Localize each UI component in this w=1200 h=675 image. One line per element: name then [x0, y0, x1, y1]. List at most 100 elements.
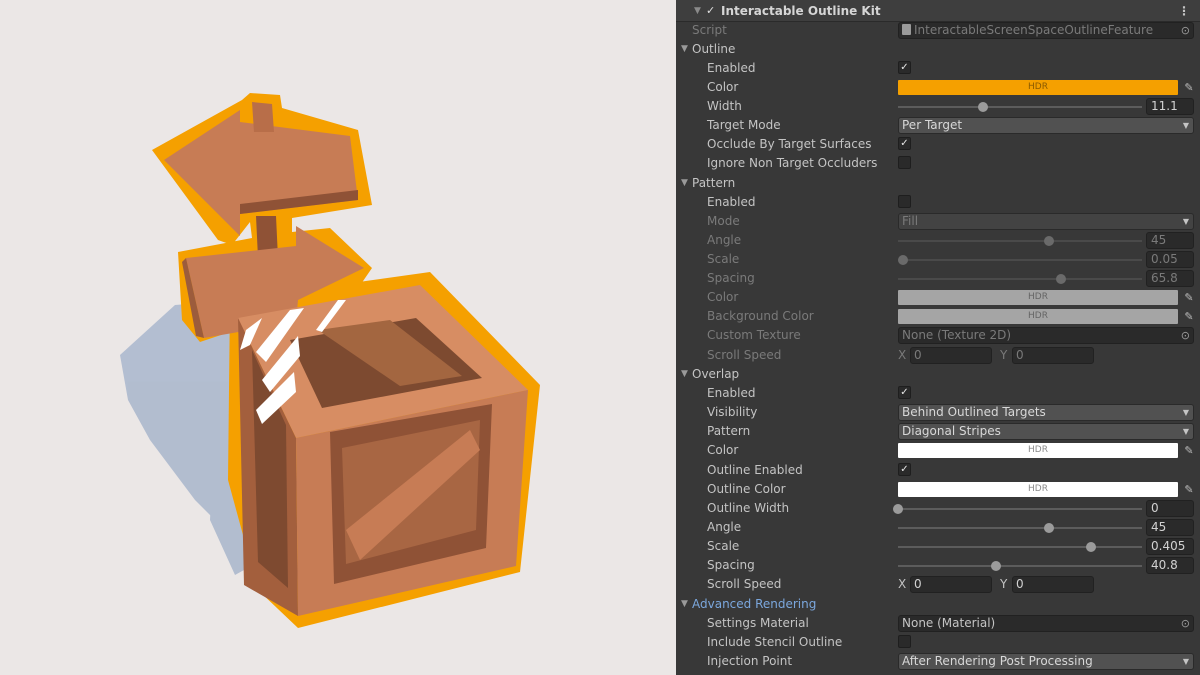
eyedropper-icon[interactable]: ✎: [1182, 290, 1196, 305]
slider-knob[interactable]: [978, 102, 989, 112]
overlap-spacing-row: Spacing 40.8: [676, 556, 1200, 575]
visibility-dropdown[interactable]: Behind Outlined Targets ▼: [898, 404, 1194, 421]
slider-knob[interactable]: [1085, 542, 1096, 552]
slider-knob[interactable]: [1044, 523, 1055, 533]
outline-width-input[interactable]: 11.1: [1146, 98, 1194, 115]
section-overlap[interactable]: ▼ Overlap: [676, 365, 1200, 384]
pattern-scale-input[interactable]: 0.05: [1146, 251, 1194, 268]
object-picker-icon[interactable]: ⊙: [1181, 23, 1190, 38]
overlap-pattern-label: Pattern: [707, 424, 751, 438]
slider-knob[interactable]: [897, 255, 908, 265]
overlap-scroll-row: Scroll Speed X 0 Y 0: [676, 575, 1200, 594]
scroll-x-input[interactable]: 0: [910, 576, 992, 593]
scroll-y-label: Y: [1000, 577, 1008, 591]
injection-point-dropdown[interactable]: After Rendering Post Processing ▼: [898, 653, 1194, 670]
overlap-color-swatch[interactable]: HDR: [898, 443, 1178, 458]
overlap-angle-label: Angle: [707, 520, 742, 534]
occlude-checkbox[interactable]: ✓: [898, 137, 911, 150]
overlap-outline-enabled-checkbox[interactable]: ✓: [898, 463, 911, 476]
foldout-arrow-icon[interactable]: ▼: [681, 174, 691, 193]
scroll-y-input[interactable]: 0: [1012, 347, 1094, 364]
overlap-angle-row: Angle 45: [676, 518, 1200, 537]
outline-width-label: Width: [707, 99, 742, 113]
overlap-enabled-checkbox[interactable]: ✓: [898, 386, 911, 399]
dropdown-arrow-icon: ▼: [1182, 657, 1189, 666]
pattern-angle-input[interactable]: 45: [1146, 232, 1194, 249]
overlap-angle-input[interactable]: 45: [1146, 519, 1194, 536]
eyedropper-icon[interactable]: ✎: [1182, 80, 1196, 95]
ignore-occluders-checkbox[interactable]: [898, 156, 911, 169]
overlap-spacing-slider[interactable]: [898, 561, 1142, 571]
scene-viewport[interactable]: [0, 0, 676, 675]
overlap-scale-slider[interactable]: [898, 542, 1142, 552]
target-mode-dropdown[interactable]: Per Target ▼: [898, 117, 1194, 134]
outline-enabled-checkbox[interactable]: ✓: [898, 61, 911, 74]
section-overlap-label: Overlap: [692, 367, 740, 381]
pattern-bg-color-swatch[interactable]: HDR: [898, 309, 1178, 324]
custom-texture-field[interactable]: None (Texture 2D) ⊙: [898, 327, 1194, 344]
overlap-enabled-row: Enabled ✓: [676, 384, 1200, 403]
overlap-spacing-input[interactable]: 40.8: [1146, 557, 1194, 574]
overlap-outline-color-swatch[interactable]: HDR: [898, 482, 1178, 497]
overlap-outline-width-slider[interactable]: [893, 504, 1142, 514]
kebab-menu-icon[interactable]: ⋮: [1178, 0, 1190, 22]
settings-material-field[interactable]: None (Material) ⊙: [898, 615, 1194, 632]
overlap-angle-slider[interactable]: [898, 523, 1142, 533]
visibility-value: Behind Outlined Targets: [902, 405, 1046, 419]
injection-point-label: Injection Point: [707, 654, 793, 668]
occlude-label: Occlude By Target Surfaces: [707, 137, 872, 151]
pattern-bg-color-row: Background Color HDR ✎: [676, 307, 1200, 326]
overlap-scale-label: Scale: [707, 539, 740, 553]
pattern-enabled-checkbox[interactable]: [898, 195, 911, 208]
component-enabled-checkbox[interactable]: ✓: [706, 4, 715, 17]
foldout-arrow-icon[interactable]: ▼: [681, 595, 691, 614]
dropdown-arrow-icon: ▼: [1182, 121, 1189, 130]
overlap-scale-input[interactable]: 0.405: [1146, 538, 1194, 555]
script-field[interactable]: InteractableScreenSpaceOutlineFeature ⊙: [898, 22, 1194, 39]
collapse-arrow-icon[interactable]: ▼: [694, 0, 701, 22]
outline-width-row: Width 11.1: [676, 97, 1200, 116]
eyedropper-icon[interactable]: ✎: [1182, 482, 1196, 497]
pattern-scroll-label: Scroll Speed: [707, 348, 782, 362]
script-value: InteractableScreenSpaceOutlineFeature: [914, 23, 1154, 37]
scroll-x-input[interactable]: 0: [910, 347, 992, 364]
overlap-outline-color-label: Outline Color: [707, 482, 786, 496]
script-icon: [902, 24, 911, 35]
pattern-color-swatch[interactable]: HDR: [898, 290, 1178, 305]
object-picker-icon[interactable]: ⊙: [1181, 328, 1190, 343]
pattern-mode-dropdown[interactable]: Fill ▼: [898, 213, 1194, 230]
stencil-outline-checkbox[interactable]: [898, 635, 911, 648]
pattern-scale-label: Scale: [707, 252, 740, 266]
pattern-angle-slider[interactable]: [898, 236, 1142, 246]
eyedropper-icon[interactable]: ✎: [1182, 309, 1196, 324]
slider-knob[interactable]: [990, 561, 1001, 571]
pattern-spacing-input[interactable]: 65.8: [1146, 270, 1194, 287]
foldout-arrow-icon[interactable]: ▼: [681, 365, 691, 384]
pattern-scale-slider[interactable]: [897, 255, 1142, 265]
ignore-occluders-row: Ignore Non Target Occluders: [676, 154, 1200, 173]
overlap-pattern-dropdown[interactable]: Diagonal Stripes ▼: [898, 423, 1194, 440]
section-outline[interactable]: ▼ Outline: [676, 40, 1200, 59]
component-header[interactable]: ▼ ✓ Interactable Outline Kit ⋮: [676, 0, 1200, 22]
object-picker-icon[interactable]: ⊙: [1181, 616, 1190, 631]
overlap-outline-width-input[interactable]: 0: [1146, 500, 1194, 517]
overlap-outline-color-row: Outline Color HDR ✎: [676, 480, 1200, 499]
settings-material-value: None (Material): [902, 616, 996, 630]
settings-material-row: Settings Material None (Material) ⊙: [676, 614, 1200, 633]
foldout-arrow-icon[interactable]: ▼: [681, 40, 691, 59]
section-advanced-rendering[interactable]: ▼ Advanced Rendering: [676, 595, 1200, 614]
outline-width-slider[interactable]: [898, 102, 1142, 112]
section-pattern[interactable]: ▼ Pattern: [676, 174, 1200, 193]
slider-knob[interactable]: [1044, 236, 1055, 246]
pattern-spacing-slider[interactable]: [898, 274, 1142, 284]
slider-knob[interactable]: [893, 504, 903, 514]
overlap-enabled-label: Enabled: [707, 386, 756, 400]
overlap-scale-row: Scale 0.405: [676, 537, 1200, 556]
pattern-angle-label: Angle: [707, 233, 742, 247]
outline-color-swatch[interactable]: HDR: [898, 80, 1178, 95]
eyedropper-icon[interactable]: ✎: [1182, 443, 1196, 458]
scroll-y-input[interactable]: 0: [1012, 576, 1094, 593]
custom-texture-row: Custom Texture None (Texture 2D) ⊙: [676, 326, 1200, 345]
slider-knob[interactable]: [1056, 274, 1067, 284]
outline-enabled-row: Enabled ✓: [676, 59, 1200, 78]
